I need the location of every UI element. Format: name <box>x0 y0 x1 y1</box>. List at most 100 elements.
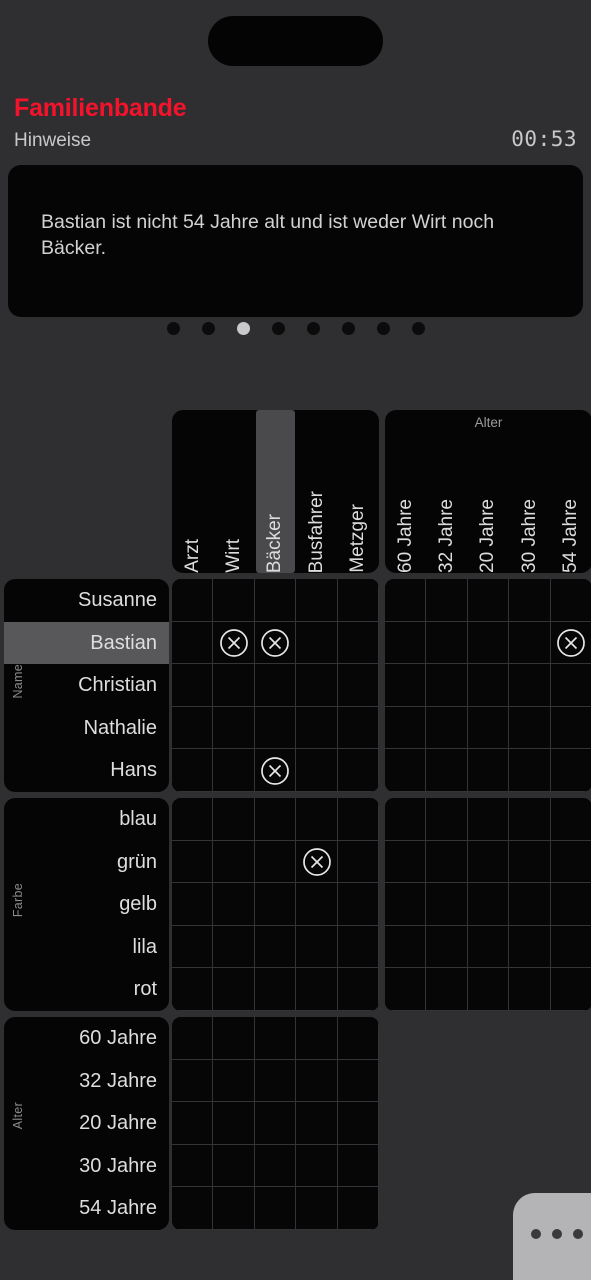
grid-cell[interactable] <box>550 664 591 707</box>
grid-cell[interactable] <box>385 798 427 841</box>
grid-cell[interactable] <box>172 925 214 969</box>
grid-cell[interactable] <box>385 883 427 926</box>
row-header-label[interactable]: grün <box>117 841 157 884</box>
row-header-label[interactable]: 32 Jahre <box>79 1060 157 1103</box>
grid-cell[interactable] <box>337 579 379 622</box>
row-header-label[interactable]: 30 Jahre <box>79 1145 157 1188</box>
grid-cell[interactable] <box>550 925 591 969</box>
grid-cell[interactable] <box>172 1102 214 1145</box>
grid-cell[interactable] <box>213 1102 255 1145</box>
column-header-cell[interactable]: 20 Jahre <box>468 410 509 573</box>
grid-cell[interactable] <box>467 621 510 665</box>
grid-cell[interactable] <box>550 706 591 750</box>
grid-cell[interactable] <box>337 621 379 665</box>
grid-cell[interactable] <box>213 749 255 792</box>
column-header-cell[interactable]: 30 Jahre <box>509 410 550 573</box>
grid-cell[interactable] <box>467 749 510 792</box>
grid-cell[interactable] <box>550 968 591 1011</box>
grid-cell[interactable] <box>172 1059 214 1103</box>
grid-cell[interactable] <box>254 706 297 750</box>
grid-cell[interactable] <box>509 840 551 884</box>
grid-cell[interactable] <box>172 968 214 1011</box>
grid-cell[interactable] <box>254 621 297 665</box>
grid-cell[interactable] <box>467 840 510 884</box>
grid-cell[interactable] <box>385 664 427 707</box>
grid-cell[interactable] <box>337 1102 379 1145</box>
grid-cell[interactable] <box>172 1187 214 1230</box>
pagination-dot[interactable] <box>201 322 215 335</box>
grid-cell[interactable] <box>426 925 468 969</box>
grid-cell[interactable] <box>426 664 468 707</box>
grid-block[interactable] <box>385 579 591 792</box>
grid-cell[interactable] <box>213 664 255 707</box>
grid-cell[interactable] <box>509 621 551 665</box>
grid-cell[interactable] <box>467 798 510 841</box>
grid-cell[interactable] <box>296 883 338 926</box>
grid-cell[interactable] <box>337 749 379 792</box>
grid-cell[interactable] <box>213 840 255 884</box>
grid-cell[interactable] <box>213 579 255 622</box>
grid-cell[interactable] <box>296 749 338 792</box>
grid-cell[interactable] <box>467 579 510 622</box>
row-header-label[interactable]: Hans <box>110 749 157 792</box>
grid-cell[interactable] <box>385 579 427 622</box>
grid-cell[interactable] <box>254 579 297 622</box>
grid-cell[interactable] <box>550 621 591 665</box>
pagination-dot[interactable] <box>341 322 355 335</box>
grid-cell[interactable] <box>337 1059 379 1103</box>
grid-cell[interactable] <box>467 968 510 1011</box>
grid-cell[interactable] <box>254 925 297 969</box>
grid-cell[interactable] <box>172 1017 214 1060</box>
pagination-dot[interactable] <box>306 322 320 335</box>
grid-cell[interactable] <box>426 798 468 841</box>
row-header-label[interactable]: Bastian <box>90 622 157 665</box>
grid-cell[interactable] <box>213 621 255 665</box>
pagination-dot[interactable] <box>411 322 425 335</box>
grid-cell[interactable] <box>426 621 468 665</box>
grid-cell[interactable] <box>337 664 379 707</box>
grid-cell[interactable] <box>213 1187 255 1230</box>
grid-cell[interactable] <box>172 621 214 665</box>
row-header-label[interactable]: Christian <box>78 664 157 707</box>
grid-cell[interactable] <box>296 621 338 665</box>
grid-cell[interactable] <box>254 1187 297 1230</box>
clue-pagination[interactable] <box>0 322 591 335</box>
column-header-cell[interactable]: Arzt <box>172 410 213 573</box>
grid-cell[interactable] <box>254 798 297 841</box>
grid-cell[interactable] <box>254 1102 297 1145</box>
grid-cell[interactable] <box>385 621 427 665</box>
grid-cell[interactable] <box>509 925 551 969</box>
grid-cell[interactable] <box>509 749 551 792</box>
grid-cell[interactable] <box>426 883 468 926</box>
grid-cell[interactable] <box>296 798 338 841</box>
grid-cell[interactable] <box>254 1059 297 1103</box>
row-header-label[interactable]: Nathalie <box>84 707 157 750</box>
grid-cell[interactable] <box>509 579 551 622</box>
grid-cell[interactable] <box>296 1017 338 1060</box>
grid-cell[interactable] <box>213 798 255 841</box>
grid-cell[interactable] <box>426 706 468 750</box>
grid-cell[interactable] <box>467 706 510 750</box>
grid-cell[interactable] <box>296 840 338 884</box>
grid-cell[interactable] <box>254 1017 297 1060</box>
pagination-dot[interactable] <box>236 322 250 335</box>
grid-cell[interactable] <box>172 1144 214 1188</box>
grid-cell[interactable] <box>426 840 468 884</box>
grid-cell[interactable] <box>337 968 379 1011</box>
row-header-label[interactable]: gelb <box>119 883 157 926</box>
grid-cell[interactable] <box>254 968 297 1011</box>
grid-block[interactable] <box>385 798 591 1011</box>
column-header-cell[interactable]: 54 Jahre <box>551 410 591 573</box>
grid-cell[interactable] <box>509 706 551 750</box>
grid-cell[interactable] <box>213 968 255 1011</box>
grid-cell[interactable] <box>385 706 427 750</box>
clue-card[interactable]: Bastian ist nicht 54 Jahre alt und ist w… <box>8 165 583 317</box>
grid-cell[interactable] <box>296 1059 338 1103</box>
row-header-label[interactable]: rot <box>134 968 157 1011</box>
grid-cell[interactable] <box>426 749 468 792</box>
grid-cell[interactable] <box>172 706 214 750</box>
grid-cell[interactable] <box>213 1059 255 1103</box>
grid-cell[interactable] <box>509 664 551 707</box>
grid-cell[interactable] <box>172 840 214 884</box>
grid-cell[interactable] <box>550 798 591 841</box>
